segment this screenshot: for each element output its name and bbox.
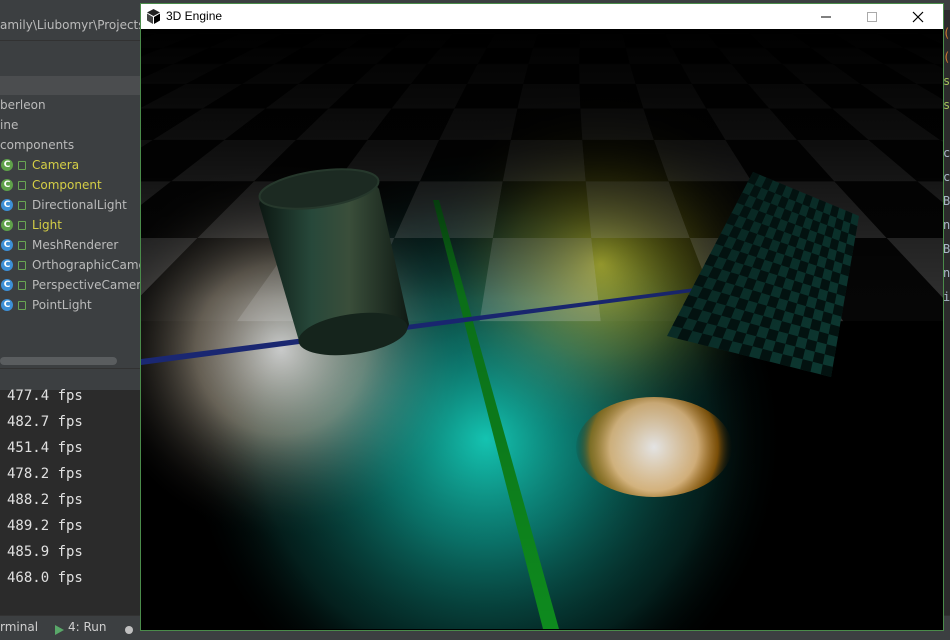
editor-code-edge: (s(ssysyccBnBni bbox=[942, 10, 950, 615]
tree-item-label: DirectionalLight bbox=[32, 198, 127, 212]
tree-item-label: MeshRenderer bbox=[32, 238, 119, 252]
tree-item-label: OrthographicCamer bbox=[32, 258, 142, 272]
window-titlebar[interactable]: 3D Engine bbox=[141, 4, 943, 29]
lock-icon bbox=[18, 160, 26, 170]
class-icon: C bbox=[1, 219, 13, 231]
code-fragment: (s bbox=[943, 50, 950, 64]
tree-item[interactable]: ine bbox=[0, 115, 18, 135]
code-fragment: n bbox=[943, 218, 950, 232]
close-button[interactable] bbox=[895, 4, 941, 29]
tree-item[interactable]: C PointLight bbox=[0, 295, 92, 315]
lock-icon bbox=[18, 180, 26, 190]
console-line: 478.2 fps bbox=[7, 466, 83, 482]
lock-icon bbox=[18, 260, 26, 270]
terminal-tool-tab[interactable]: rminal bbox=[0, 620, 38, 634]
class-icon: C bbox=[1, 299, 13, 311]
console-line: 451.4 fps bbox=[7, 440, 83, 456]
maximize-button[interactable] bbox=[849, 4, 895, 29]
class-icon: C bbox=[1, 179, 13, 191]
render-viewport[interactable] bbox=[141, 29, 943, 629]
console-line: 482.7 fps bbox=[7, 414, 83, 430]
class-icon: C bbox=[1, 279, 13, 291]
lock-icon bbox=[18, 200, 26, 210]
lock-icon bbox=[18, 280, 26, 290]
run-icon bbox=[53, 621, 65, 635]
console-line: 489.2 fps bbox=[7, 518, 83, 534]
debug-icon[interactable] bbox=[123, 621, 135, 634]
code-fragment: (s bbox=[943, 26, 950, 40]
3d-scene bbox=[141, 29, 943, 629]
code-fragment: c bbox=[943, 170, 950, 184]
lock-icon bbox=[18, 240, 26, 250]
tree-item[interactable]: C Camera bbox=[0, 155, 79, 175]
console-line: 488.2 fps bbox=[7, 492, 83, 508]
console-line: 485.9 fps bbox=[7, 544, 83, 560]
tree-item[interactable]: C Light bbox=[0, 215, 62, 235]
code-fragment: sy bbox=[943, 74, 950, 88]
lock-icon bbox=[18, 220, 26, 230]
app-icon bbox=[145, 8, 162, 25]
class-icon: C bbox=[1, 159, 13, 171]
code-fragment: i bbox=[943, 290, 950, 304]
tree-item[interactable]: C PerspectiveCamera bbox=[0, 275, 142, 295]
class-icon: C bbox=[1, 259, 13, 271]
tree-item[interactable]: C OrthographicCamer bbox=[0, 255, 142, 275]
run-console[interactable]: 477.4 fps 482.7 fps 451.4 fps 478.2 fps 488.… bbox=[0, 388, 142, 615]
run-tool-tab[interactable]: 4: Run bbox=[68, 620, 107, 634]
tree-item-label: Light bbox=[32, 218, 62, 232]
minimize-icon bbox=[821, 16, 831, 17]
class-icon: C bbox=[1, 199, 13, 211]
code-fragment: n bbox=[943, 266, 950, 280]
tree-item[interactable]: berleon bbox=[0, 95, 46, 115]
code-fragment: B bbox=[943, 242, 950, 256]
tree-item-label: Camera bbox=[32, 158, 80, 172]
ide-path-bar: amily\Liubomyr\Projects\J bbox=[0, 10, 152, 41]
tree-item[interactable]: components bbox=[0, 135, 74, 155]
tree-item-label: ine bbox=[0, 118, 19, 132]
tree-item[interactable]: C MeshRenderer bbox=[0, 235, 118, 255]
window-title: 3D Engine bbox=[166, 9, 223, 23]
minimize-button[interactable] bbox=[803, 4, 849, 29]
code-fragment: B bbox=[943, 194, 950, 208]
horizontal-scrollbar[interactable] bbox=[0, 357, 117, 365]
project-tree-panel[interactable]: berleon ine components C Camera C Component C Di… bbox=[0, 41, 142, 368]
tree-item-label: PointLight bbox=[32, 298, 92, 312]
tree-item-label: Component bbox=[32, 178, 102, 192]
lock-icon bbox=[18, 300, 26, 310]
tree-item[interactable]: C Component bbox=[0, 175, 102, 195]
class-icon: C bbox=[1, 239, 13, 251]
selected-row-highlight bbox=[0, 76, 142, 95]
engine-window[interactable]: 3D Engine bbox=[141, 4, 943, 630]
maximize-icon bbox=[867, 11, 877, 22]
close-icon bbox=[912, 11, 924, 22]
console-line: 468.0 fps bbox=[7, 570, 83, 586]
code-fragment: c bbox=[943, 146, 950, 160]
tree-item-label: PerspectiveCamera bbox=[32, 278, 142, 292]
tree-item-label: berleon bbox=[0, 98, 46, 112]
console-line: 477.4 fps bbox=[7, 388, 83, 404]
code-fragment: sy bbox=[943, 98, 950, 112]
tree-item-label: components bbox=[0, 138, 75, 152]
tree-item[interactable]: C DirectionalLight bbox=[0, 195, 127, 215]
project-path: amily\Liubomyr\Projects\J bbox=[0, 18, 153, 32]
run-panel-header bbox=[0, 368, 142, 390]
